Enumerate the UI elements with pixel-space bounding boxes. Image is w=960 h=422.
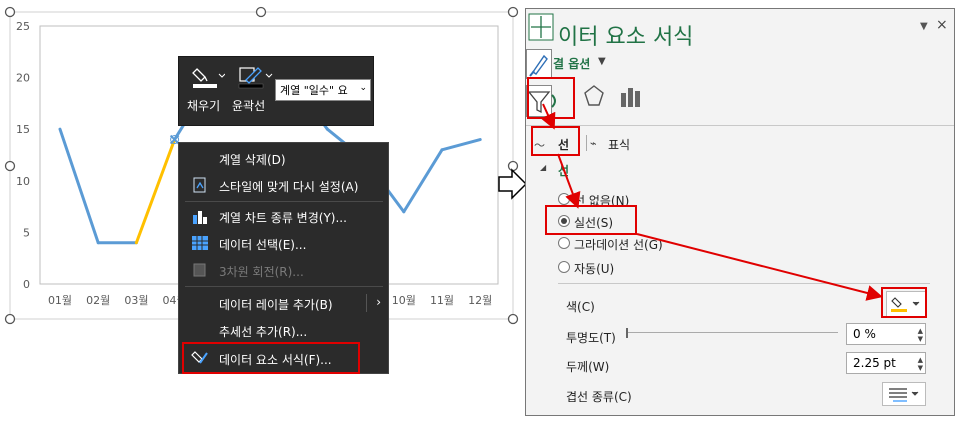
x-tick-label: 02월 — [86, 294, 110, 307]
menu-separator — [185, 286, 383, 287]
options-dropdown-icon[interactable]: ▼ — [598, 56, 606, 67]
highlight-box-solid-line — [545, 205, 637, 235]
resize-handle[interactable] — [4, 313, 16, 325]
spin-up-icon[interactable]: ▲ — [918, 327, 923, 335]
reset-style-icon — [193, 177, 206, 193]
radio-button — [558, 193, 570, 205]
menu-item-add-data-labels[interactable]: 데이터 레이블 추가(B) › — [179, 290, 389, 316]
y-tick-label: 0 — [23, 278, 30, 291]
menu-item-select-data[interactable]: 데이터 선택(E)... — [179, 230, 389, 256]
context-menu: 계열 삭제(D) 스타일에 맞게 다시 설정(A) 계열 차트 종류 변경(Y)… — [178, 142, 389, 374]
spin-down-icon[interactable]: ▼ — [918, 335, 923, 343]
brush-icon[interactable] — [526, 49, 552, 79]
x-tick-label: 10월 — [392, 294, 416, 307]
resize-handle[interactable] — [4, 6, 16, 18]
x-tick-label: 03월 — [124, 294, 148, 307]
radio-automatic[interactable]: 자동(U) — [558, 259, 698, 277]
x-tick-label: 01월 — [48, 294, 72, 307]
color-label: 색(C) — [566, 300, 595, 314]
outline-button[interactable] — [237, 65, 273, 91]
y-tick-label: 20 — [16, 72, 30, 85]
pane-divider — [526, 125, 954, 126]
marker-tab-icon: ⌁ — [590, 137, 597, 150]
highlight-box-fill-line — [527, 77, 575, 119]
tab-divider — [586, 135, 587, 151]
outline-label: 윤곽선 — [232, 99, 266, 113]
paint-bucket-icon — [192, 68, 226, 88]
plus-icon — [528, 13, 554, 41]
arrow-right-icon — [498, 168, 528, 200]
chart-type-icon — [193, 211, 207, 224]
y-tick-label: 10 — [16, 175, 30, 188]
compound-type-dropdown[interactable] — [882, 382, 926, 406]
fill-button[interactable] — [191, 65, 226, 91]
compound-lines-icon — [889, 388, 919, 402]
y-tick-label: 15 — [16, 123, 30, 136]
menu-separator — [185, 201, 383, 202]
radio-button — [558, 261, 570, 273]
y-tick-label: 25 — [16, 20, 30, 33]
compound-type-label: 겹선 종류(C) — [566, 390, 632, 404]
series-options-label[interactable]: 결 옵션 — [553, 55, 590, 72]
menu-item-reset-style[interactable]: 스타일에 맞게 다시 설정(A) — [179, 172, 389, 198]
slider-thumb[interactable] — [626, 328, 628, 338]
transparency-label: 투명도(T) — [566, 331, 616, 345]
resize-handle[interactable] — [507, 313, 519, 325]
fill-label: 채우기 — [187, 99, 221, 113]
close-icon[interactable]: × — [936, 17, 948, 33]
transparency-slider[interactable] — [626, 326, 840, 340]
width-input[interactable]: 2.25 pt ▲ ▼ — [846, 352, 926, 374]
slider-track — [628, 332, 838, 333]
pane-divider — [558, 283, 930, 284]
resize-handle[interactable] — [255, 6, 267, 18]
highlight-box-line-tab — [531, 126, 580, 156]
menu-item-change-chart-type[interactable]: 계열 차트 종류 변경(Y)... — [179, 203, 389, 229]
section-line-header[interactable]: ◢ 선 — [540, 161, 640, 179]
highlight-box-color-button — [881, 287, 927, 318]
resize-handle[interactable] — [4, 160, 16, 172]
menu-item-3d-rotation: 3차원 회전(R)... — [179, 257, 389, 283]
x-tick-label: 11월 — [430, 294, 454, 307]
pentagon-icon[interactable] — [582, 83, 606, 109]
series-select-value: 계열 "일수" 요 — [280, 84, 348, 97]
pen-outline-icon — [238, 67, 273, 89]
chevron-right-icon: › — [376, 295, 381, 309]
series-select[interactable]: 계열 "일수" 요 ⌄ — [275, 79, 371, 101]
radio-button — [558, 237, 570, 249]
collapse-triangle-icon: ◢ — [540, 163, 547, 172]
select-data-icon — [192, 236, 208, 250]
resize-handle[interactable] — [507, 6, 519, 18]
spin-up-icon[interactable]: ▲ — [918, 356, 923, 364]
radio-gradient-line[interactable]: 그라데이션 선(G) — [558, 235, 718, 253]
rotate-3d-icon — [193, 263, 206, 277]
transparency-input[interactable]: 0 % ▲ ▼ — [846, 323, 926, 345]
pane-title: 이터 요소 서식 — [558, 25, 694, 50]
tab-marker[interactable]: ⌁ 표식 — [590, 133, 650, 155]
x-tick-label: 12월 — [468, 294, 492, 307]
width-label: 두께(W) — [566, 360, 610, 374]
submenu-divider — [366, 294, 367, 312]
highlight-box-format-item — [182, 342, 360, 374]
pane-options-chevron-icon[interactable]: ▼ — [920, 21, 928, 32]
bar-chart-icon[interactable] — [620, 85, 642, 109]
menu-item-add-trendline[interactable]: 추세선 추가(R)... — [179, 317, 389, 343]
chevron-down-icon: ⌄ — [359, 83, 367, 93]
mini-toolbar: 채우기 윤곽선 계열 "일수" 요 ⌄ — [178, 56, 374, 126]
y-tick-label: 5 — [23, 226, 30, 239]
menu-item-delete-series[interactable]: 계열 삭제(D) — [179, 145, 389, 171]
spin-down-icon[interactable]: ▼ — [918, 364, 923, 372]
